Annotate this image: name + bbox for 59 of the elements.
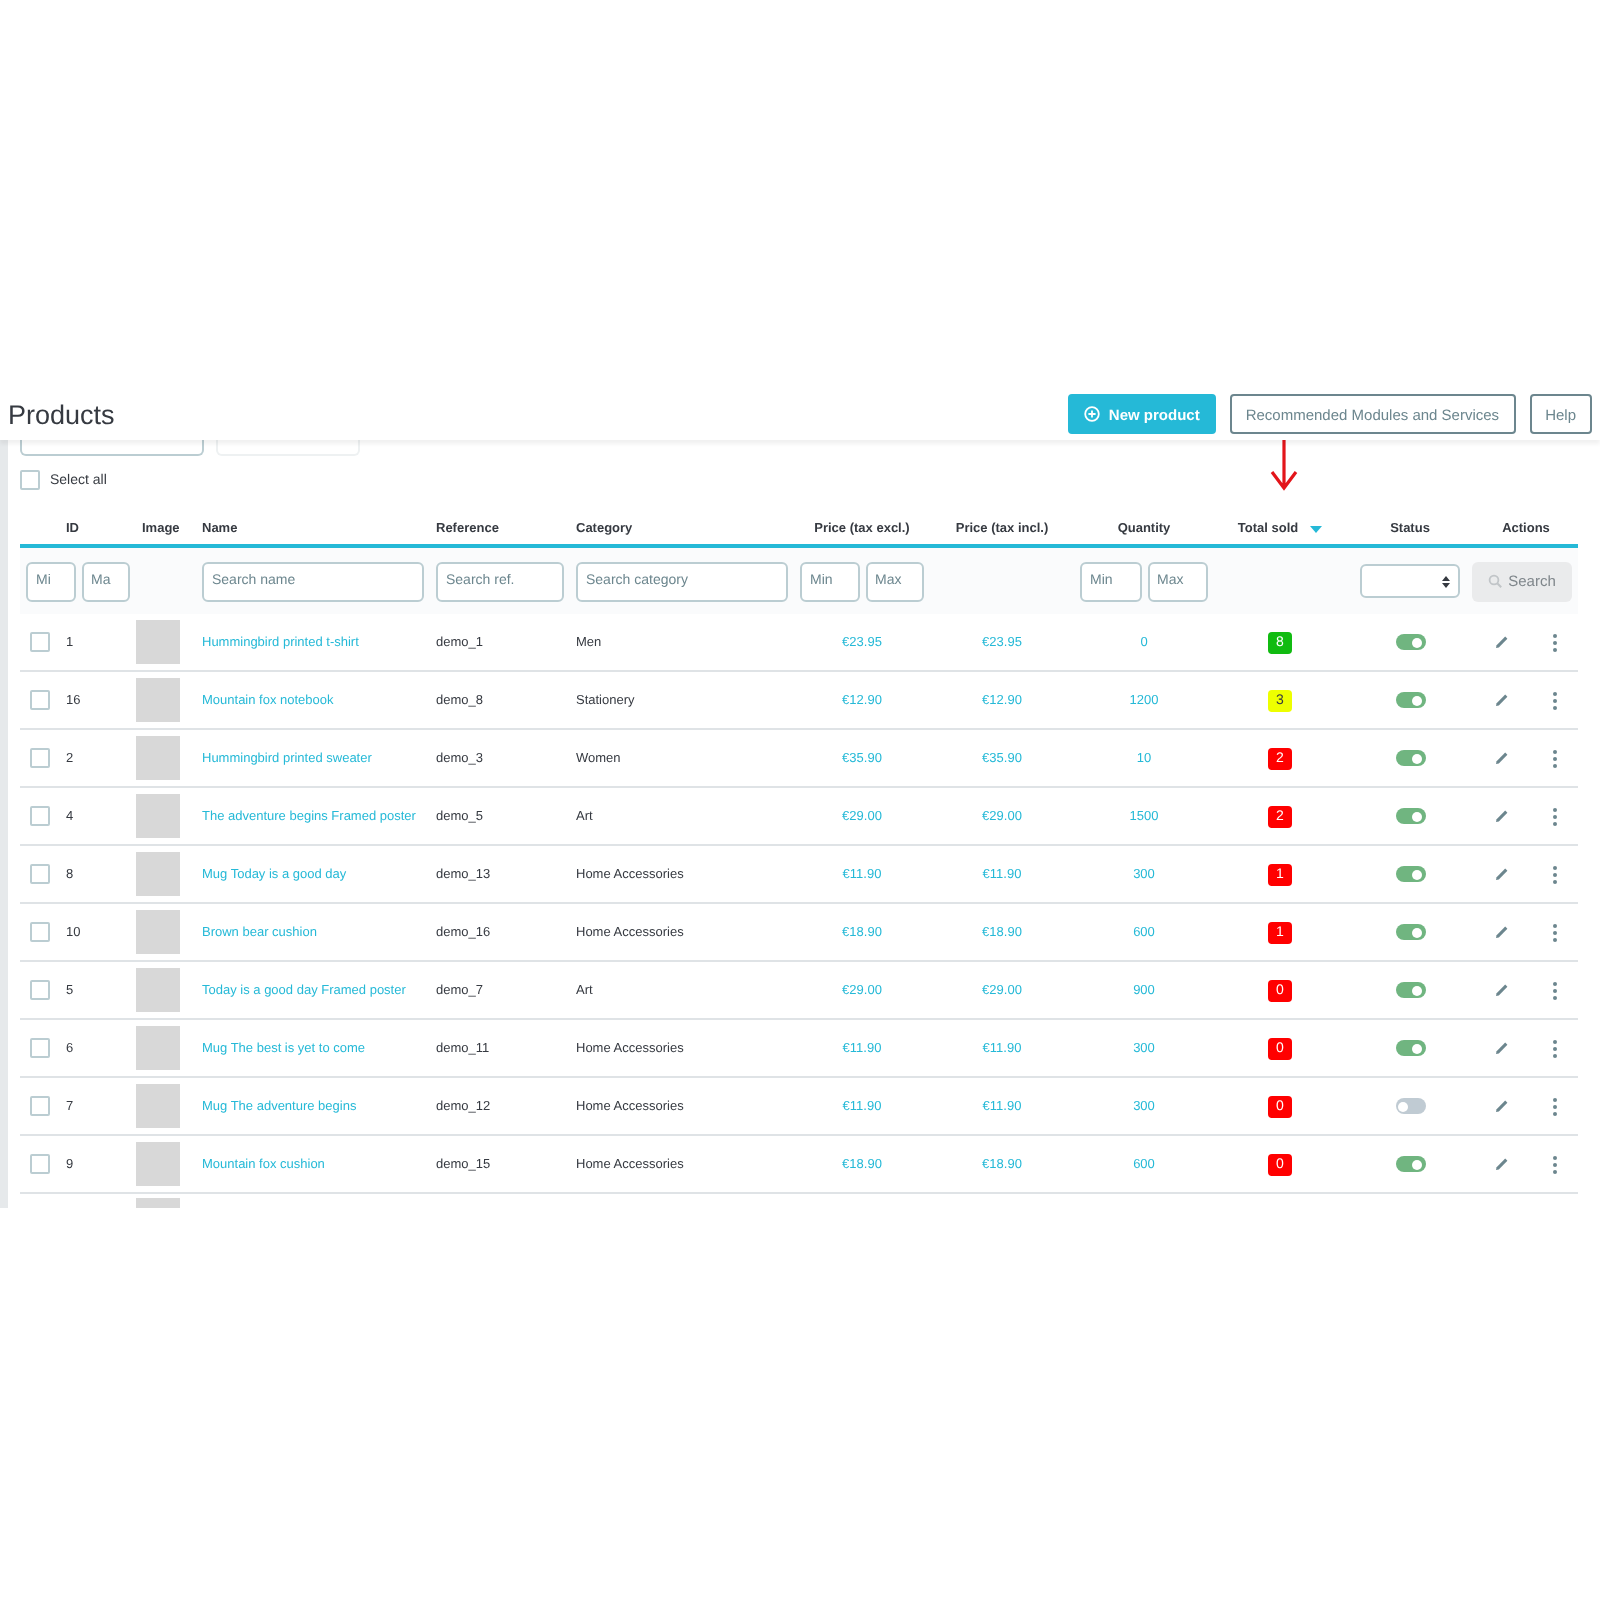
status-toggle[interactable] xyxy=(1395,924,1425,940)
row-checkbox[interactable] xyxy=(30,980,50,1000)
more-options-icon[interactable] xyxy=(1551,1097,1558,1115)
status-toggle[interactable] xyxy=(1395,982,1425,998)
product-thumbnail xyxy=(136,794,180,838)
pencil-icon[interactable] xyxy=(1494,1156,1511,1172)
product-thumbnail xyxy=(136,1142,180,1186)
row-checkbox[interactable] xyxy=(30,1038,50,1058)
status-toggle[interactable] xyxy=(1395,692,1425,708)
pencil-icon[interactable] xyxy=(1494,866,1511,882)
product-thumbnail xyxy=(136,968,180,1012)
pencil-icon[interactable] xyxy=(1494,1098,1511,1114)
status-select[interactable] xyxy=(1360,564,1460,598)
more-options-icon[interactable] xyxy=(1551,923,1558,941)
more-options-icon[interactable] xyxy=(1551,807,1558,825)
page-title: Products xyxy=(8,399,117,429)
pencil-icon[interactable] xyxy=(1494,634,1511,650)
status-toggle[interactable] xyxy=(1395,634,1425,650)
product-thumbnail xyxy=(136,1026,180,1070)
more-options-icon[interactable] xyxy=(1551,865,1558,883)
product-thumbnail xyxy=(136,1198,180,1208)
sort-caret-icon[interactable] xyxy=(1310,525,1323,533)
status-toggle[interactable] xyxy=(1395,1098,1425,1114)
status-toggle[interactable] xyxy=(1395,866,1425,882)
pencil-icon[interactable] xyxy=(1494,808,1511,824)
row-checkbox[interactable] xyxy=(30,806,50,826)
more-options-icon[interactable] xyxy=(1551,981,1558,999)
product-thumbnail xyxy=(136,910,180,954)
annotation-arrow-icon xyxy=(1268,440,1300,492)
product-thumbnail xyxy=(136,620,180,664)
status-toggle[interactable] xyxy=(1395,750,1425,766)
select-arrows-icon xyxy=(1442,575,1450,587)
row-checkbox[interactable] xyxy=(30,632,50,652)
product-thumbnail xyxy=(136,852,180,896)
row-checkbox[interactable] xyxy=(30,864,50,884)
status-toggle[interactable] xyxy=(1395,1040,1425,1056)
more-options-icon[interactable] xyxy=(1551,749,1558,767)
more-options-icon[interactable] xyxy=(1551,691,1558,709)
select-all-checkbox[interactable] xyxy=(20,470,40,490)
pencil-icon[interactable] xyxy=(1494,750,1511,766)
status-toggle[interactable] xyxy=(1395,808,1425,824)
more-options-icon[interactable] xyxy=(1551,1039,1558,1057)
more-options-icon[interactable] xyxy=(1551,633,1558,651)
product-thumbnail xyxy=(136,678,180,722)
product-thumbnail xyxy=(136,1084,180,1128)
product-thumbnail xyxy=(136,736,180,780)
more-options-icon[interactable] xyxy=(1551,1155,1558,1173)
row-checkbox[interactable] xyxy=(30,690,50,710)
row-checkbox[interactable] xyxy=(30,1154,50,1174)
row-checkbox[interactable] xyxy=(30,748,50,768)
row-checkbox[interactable] xyxy=(30,1096,50,1116)
pencil-icon[interactable] xyxy=(1494,692,1511,708)
plus-circle-icon xyxy=(1084,406,1101,422)
pencil-icon[interactable] xyxy=(1494,1040,1511,1056)
row-checkbox[interactable] xyxy=(30,922,50,942)
pencil-icon[interactable] xyxy=(1494,982,1511,998)
search-icon xyxy=(1488,574,1503,588)
pencil-icon[interactable] xyxy=(1494,924,1511,940)
status-toggle[interactable] xyxy=(1395,1156,1425,1172)
